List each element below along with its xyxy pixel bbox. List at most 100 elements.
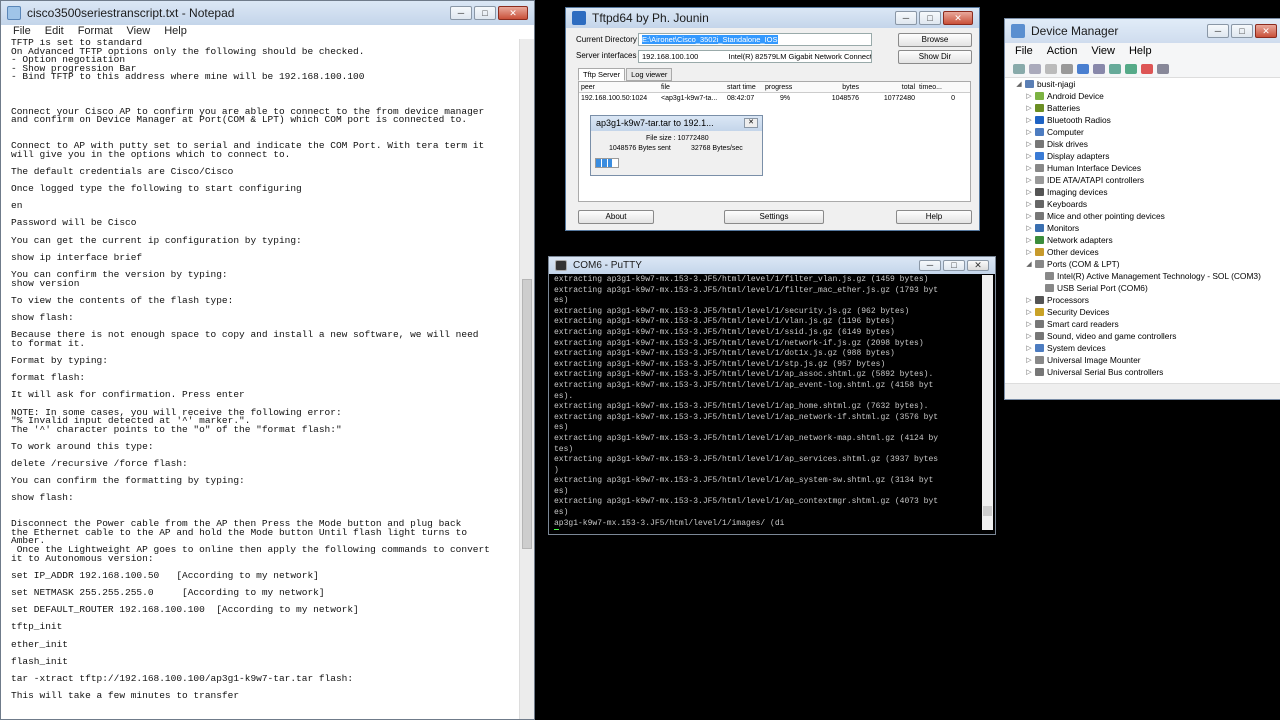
minimize-button[interactable]: ─ bbox=[450, 6, 472, 20]
device-tree-node[interactable]: ◢ busit-njagi bbox=[1011, 78, 1280, 90]
expand-toggle-icon[interactable]: ▷ bbox=[1025, 188, 1033, 196]
expand-toggle-icon[interactable]: ▷ bbox=[1025, 176, 1033, 184]
device-tree-node[interactable]: ▷ Network adapters bbox=[1011, 234, 1280, 246]
expand-toggle-icon[interactable]: ▷ bbox=[1025, 344, 1033, 352]
close-button[interactable]: ✕ bbox=[1255, 24, 1277, 38]
expand-toggle-icon[interactable]: ▷ bbox=[1025, 200, 1033, 208]
scrollbar-thumb[interactable] bbox=[522, 279, 532, 549]
popup-titlebar[interactable]: ap3g1-k9w7-tar.tar to 192.1... ✕ bbox=[591, 116, 762, 131]
device-tree-node[interactable]: ▷ Display adapters bbox=[1011, 150, 1280, 162]
table-row[interactable]: 192.168.100.50:1024 <ap3g1-k9w7-ta... 08… bbox=[579, 93, 970, 104]
expand-toggle-icon[interactable]: ▷ bbox=[1025, 92, 1033, 100]
notepad-scrollbar[interactable] bbox=[519, 39, 534, 719]
show-dir-button[interactable]: Show Dir bbox=[898, 50, 972, 64]
expand-toggle-icon[interactable]: ▷ bbox=[1025, 248, 1033, 256]
disable-icon[interactable] bbox=[1157, 63, 1169, 74]
expand-toggle-icon[interactable]: ▷ bbox=[1025, 152, 1033, 160]
forward-icon[interactable] bbox=[1029, 63, 1041, 74]
back-icon[interactable] bbox=[1013, 63, 1025, 74]
col-peer[interactable]: peer bbox=[579, 82, 659, 92]
device-tree-node[interactable]: ▷ Batteries bbox=[1011, 102, 1280, 114]
maximize-button[interactable]: □ bbox=[919, 11, 941, 25]
close-button[interactable]: ✕ bbox=[967, 260, 989, 271]
minimize-button[interactable]: ─ bbox=[895, 11, 917, 25]
col-bytes[interactable]: bytes bbox=[807, 82, 861, 92]
expand-toggle-icon[interactable]: ◢ bbox=[1015, 80, 1023, 88]
device-tree-node[interactable]: ▷ System devices bbox=[1011, 342, 1280, 354]
close-button[interactable]: ✕ bbox=[498, 6, 528, 20]
menu-file[interactable]: File bbox=[1015, 43, 1033, 60]
expand-toggle-icon[interactable]: ◢ bbox=[1025, 260, 1033, 268]
device-tree-node[interactable]: ▷ Processors bbox=[1011, 294, 1280, 306]
device-tree-node[interactable]: ▷ Keyboards bbox=[1011, 198, 1280, 210]
device-tree-node[interactable]: USB Serial Port (COM6) bbox=[1011, 282, 1280, 294]
expand-toggle-icon[interactable]: ▷ bbox=[1025, 332, 1033, 340]
settings-button[interactable]: Settings bbox=[724, 210, 824, 224]
col-file[interactable]: file bbox=[659, 82, 725, 92]
close-button[interactable]: ✕ bbox=[943, 11, 973, 25]
minimize-button[interactable]: ─ bbox=[919, 260, 941, 271]
menu-help[interactable]: Help bbox=[1129, 43, 1152, 60]
expand-toggle-icon[interactable]: ▷ bbox=[1025, 164, 1033, 172]
device-tree-node[interactable]: ▷ Universal Image Mounter bbox=[1011, 354, 1280, 366]
device-tree-node[interactable]: ◢ Ports (COM & LPT) bbox=[1011, 258, 1280, 270]
current-directory-select[interactable]: E:\Aironet\Cisco_3502i_Standalone_IOS bbox=[638, 33, 872, 46]
device-tree-node[interactable]: ▷ Android Device bbox=[1011, 90, 1280, 102]
tab-tftp-server[interactable]: Tftp Server bbox=[578, 68, 626, 81]
notepad-text-area[interactable]: TFTP is set to standard On Advanced TFTP … bbox=[11, 39, 518, 719]
col-start-time[interactable]: start time bbox=[725, 82, 763, 92]
expand-toggle-icon[interactable]: ▷ bbox=[1025, 104, 1033, 112]
device-tree-node[interactable]: ▷ Security Devices bbox=[1011, 306, 1280, 318]
expand-toggle-icon[interactable]: ▷ bbox=[1025, 128, 1033, 136]
expand-toggle-icon[interactable]: ▷ bbox=[1025, 236, 1033, 244]
device-tree-node[interactable]: ▷ Imaging devices bbox=[1011, 186, 1280, 198]
menu-view[interactable]: View bbox=[1091, 43, 1115, 60]
device-tree-node[interactable]: ▷ Computer bbox=[1011, 126, 1280, 138]
device-tree-node[interactable]: ▷ Bluetooth Radios bbox=[1011, 114, 1280, 126]
col-progress[interactable]: progress bbox=[763, 82, 807, 92]
help-icon[interactable] bbox=[1077, 63, 1089, 74]
tab-log-viewer[interactable]: Log viewer bbox=[626, 68, 673, 81]
device-tree-node[interactable]: ▷ Mice and other pointing devices bbox=[1011, 210, 1280, 222]
col-timeout[interactable]: timeo... bbox=[917, 82, 957, 92]
device-tree-node[interactable]: Intel(R) Active Management Technology - … bbox=[1011, 270, 1280, 282]
list-icon[interactable] bbox=[1061, 63, 1073, 74]
scrollbar-thumb[interactable] bbox=[983, 506, 992, 516]
view-icon[interactable] bbox=[1093, 63, 1105, 74]
maximize-button[interactable]: □ bbox=[943, 260, 965, 271]
notepad-titlebar[interactable]: cisco3500seriestranscript.txt - Notepad … bbox=[1, 1, 534, 25]
properties-icon[interactable] bbox=[1045, 63, 1057, 74]
devmgr-hscrollbar[interactable] bbox=[1005, 383, 1280, 399]
scan-hardware-icon[interactable] bbox=[1109, 63, 1121, 74]
device-tree-node[interactable]: ▷ IDE ATA/ATAPI controllers bbox=[1011, 174, 1280, 186]
device-tree-node[interactable]: ▷ Human Interface Devices bbox=[1011, 162, 1280, 174]
server-interface-select[interactable]: 192.168.100.100 Intel(R) 82579LM Gigabit… bbox=[638, 50, 872, 63]
device-tree-node[interactable]: ▷ Disk drives bbox=[1011, 138, 1280, 150]
about-button[interactable]: About bbox=[578, 210, 654, 224]
uninstall-icon[interactable] bbox=[1141, 63, 1153, 74]
expand-toggle-icon[interactable]: ▷ bbox=[1025, 320, 1033, 328]
col-total[interactable]: total bbox=[861, 82, 917, 92]
expand-toggle-icon[interactable]: ▷ bbox=[1025, 308, 1033, 316]
tftpd-titlebar[interactable]: Tftpd64 by Ph. Jounin ─ □ ✕ bbox=[566, 8, 979, 28]
menu-action[interactable]: Action bbox=[1047, 43, 1078, 60]
expand-toggle-icon[interactable]: ▷ bbox=[1025, 116, 1033, 124]
putty-scrollbar[interactable] bbox=[982, 275, 993, 530]
device-tree-node[interactable]: ▷ Monitors bbox=[1011, 222, 1280, 234]
expand-toggle-icon[interactable]: ▷ bbox=[1025, 212, 1033, 220]
maximize-button[interactable]: □ bbox=[1231, 24, 1253, 38]
putty-terminal[interactable]: extracting ap3g1-k9w7-mx.153-3.JF5/html/… bbox=[554, 275, 980, 530]
minimize-button[interactable]: ─ bbox=[1207, 24, 1229, 38]
expand-toggle-icon[interactable]: ▷ bbox=[1025, 140, 1033, 148]
device-tree-node[interactable]: ▷ Universal Serial Bus controllers bbox=[1011, 366, 1280, 378]
devmgr-titlebar[interactable]: Device Manager ─ □ ✕ bbox=[1005, 19, 1280, 43]
expand-toggle-icon[interactable]: ▷ bbox=[1025, 356, 1033, 364]
maximize-button[interactable]: □ bbox=[474, 6, 496, 20]
expand-toggle-icon[interactable]: ▷ bbox=[1025, 224, 1033, 232]
help-button[interactable]: Help bbox=[896, 210, 972, 224]
update-driver-icon[interactable] bbox=[1125, 63, 1137, 74]
putty-titlebar[interactable]: COM6 - PuTTY ─ □ ✕ bbox=[549, 257, 995, 274]
device-tree-node[interactable]: ▷ Other devices bbox=[1011, 246, 1280, 258]
device-tree-node[interactable]: ▷ Sound, video and game controllers bbox=[1011, 330, 1280, 342]
expand-toggle-icon[interactable]: ▷ bbox=[1025, 368, 1033, 376]
